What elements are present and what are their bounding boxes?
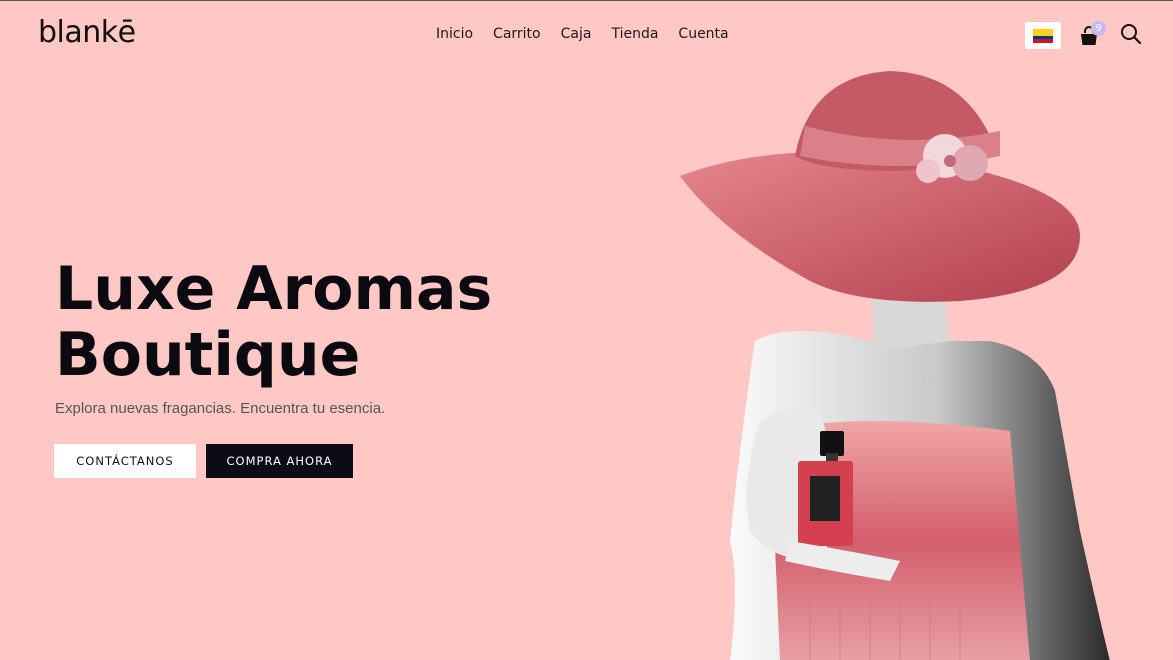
hero-perfume-model-image: [680, 71, 1110, 660]
nav-item-tienda[interactable]: Tienda: [611, 26, 658, 42]
cart-count-badge: 9: [1091, 21, 1106, 36]
search-icon[interactable]: [1120, 23, 1142, 45]
buy-now-button[interactable]: COMPRA AHORA: [206, 444, 353, 478]
hero-title: Luxe Aromas Boutique: [55, 256, 492, 388]
nav-item-cuenta[interactable]: Cuenta: [678, 26, 728, 42]
contact-button[interactable]: CONTÁCTANOS: [54, 444, 196, 478]
nav-item-carrito[interactable]: Carrito: [493, 26, 541, 42]
nav-item-caja[interactable]: Caja: [561, 26, 592, 42]
hero-subtitle: Explora nuevas fragancias. Encuentra tu …: [55, 400, 386, 417]
hero-title-line-2: Boutique: [55, 320, 361, 390]
country-selector[interactable]: [1025, 22, 1061, 49]
main-nav: Inicio Carrito Caja Tienda Cuenta: [436, 26, 729, 42]
nav-item-inicio[interactable]: Inicio: [436, 26, 473, 42]
brand-logo[interactable]: blankē: [38, 15, 136, 50]
hero-title-line-1: Luxe Aromas: [55, 254, 493, 324]
colombia-flag-icon: [1033, 28, 1053, 43]
